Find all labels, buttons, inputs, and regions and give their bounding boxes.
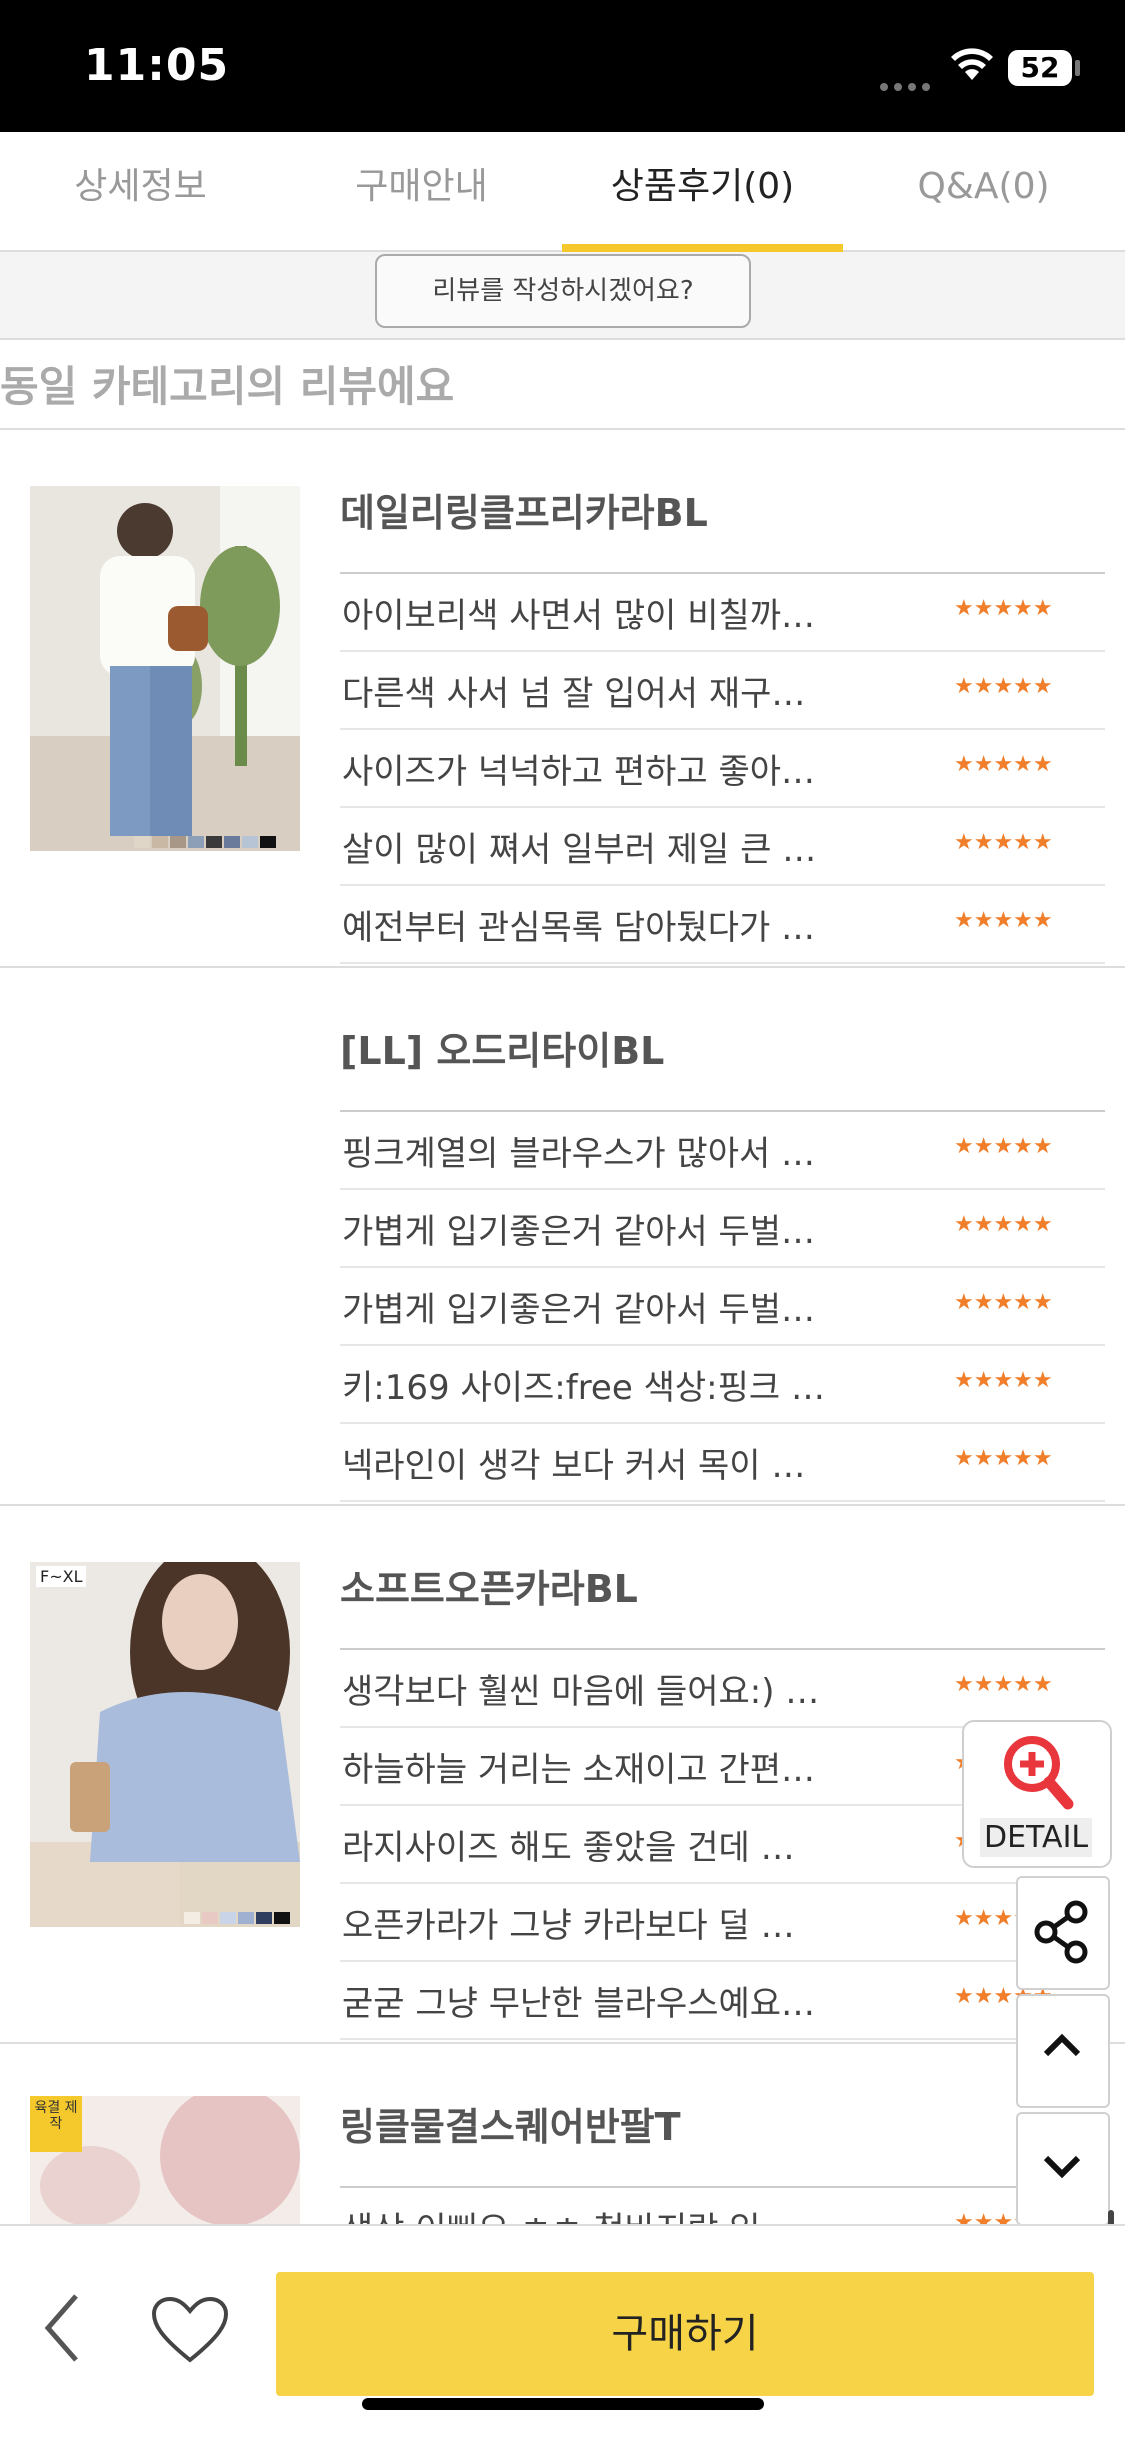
star-rating: ★★★★★ — [954, 1134, 1053, 1159]
star-rating: ★★★★★ — [954, 1672, 1053, 1697]
review-text: 가볍게 입기좋은거 같아서 두벌… — [342, 1290, 816, 1330]
status-time: 11:05 — [84, 40, 230, 91]
review-text: 오픈카라가 그냥 카라보다 덜 … — [342, 1906, 795, 1946]
review-text: 예전부터 관심목록 담아뒀다가 … — [342, 908, 816, 948]
review-row[interactable]: 살이 많이 쪄서 일부러 제일 큰 … ★★★★★ — [340, 808, 1105, 886]
review-text: 라지사이즈 해도 좋았을 건데 … — [342, 1828, 795, 1868]
review-text: 굳굳 그냥 무난한 블라우스예요… — [342, 1984, 816, 2024]
review-row[interactable]: 색상 이뻐요 ㅎㅎ 청바지랑 입…★★★★★ — [340, 2188, 1105, 2224]
heart-icon[interactable] — [150, 2296, 230, 2366]
review-row[interactable]: 예전부터 관심목록 담아뒀다가 … ★★★★★ — [340, 886, 1105, 964]
review-row[interactable]: 굳굳 그냥 무난한 블라우스예요… ★★★★★ — [340, 1962, 1105, 2040]
tab-purchase-guide[interactable]: 구매안내 — [281, 132, 562, 250]
wifi-icon — [951, 48, 993, 80]
tab-reviews[interactable]: 상품후기(0) — [562, 132, 843, 252]
review-text: 키:169 사이즈:free 색상:핑크 … — [342, 1368, 825, 1408]
chevron-down-icon — [1043, 2155, 1081, 2179]
review-list: 핑크계열의 블라우스가 많아서 … ★★★★★ 가볍게 입기좋은거 같아서 두벌…… — [340, 1110, 1105, 1502]
cellular-signal-icon — [880, 76, 936, 95]
review-row[interactable]: 생각보다 훨씬 마음에 들어요:) … ★★★★★ — [340, 1650, 1105, 1728]
scroll-down-button[interactable] — [1016, 2112, 1110, 2226]
review-list: 색상 이뻐요 ㅎㅎ 청바지랑 입…★★★★★ — [340, 2186, 1105, 2224]
review-text: 가볍게 입기좋은거 같아서 두벌… — [342, 1212, 816, 1252]
size-badge: F~XL — [36, 1566, 87, 1587]
detail-label: DETAIL — [980, 1818, 1093, 1857]
product-thumbnail[interactable]: F~XL — [30, 1562, 300, 1927]
review-text: 넥라인이 생각 보다 커서 목이 … — [342, 1446, 806, 1486]
star-rating: ★★★★★ — [954, 1446, 1053, 1471]
status-bar: 11:05 52 — [0, 0, 1125, 132]
product-name[interactable]: 데일리링클프리카라BL — [340, 482, 708, 537]
review-text: 색상 이뻐요 ㅎㅎ 청바지랑 입… — [342, 2202, 842, 2224]
review-row[interactable]: 아이보리색 사면서 많이 비칠까… ★★★★★ — [340, 574, 1105, 652]
review-list: 아이보리색 사면서 많이 비칠까… ★★★★★ 다른색 사서 넘 잘 입어서 재구… — [340, 572, 1105, 964]
back-icon[interactable] — [40, 2288, 84, 2368]
write-review-strip: 리뷰를 작성하시겠어요? — [0, 252, 1125, 340]
battery-icon: 52 — [1008, 50, 1072, 86]
star-rating: ★★★★★ — [954, 674, 1053, 699]
review-text: 다른색 사서 넘 잘 입어서 재구… — [342, 674, 806, 714]
tab-detail-info[interactable]: 상세정보 — [0, 132, 281, 250]
share-button[interactable] — [1016, 1876, 1110, 1990]
review-row[interactable]: 핑크계열의 블라우스가 많아서 … ★★★★★ — [340, 1112, 1105, 1190]
product-name[interactable]: [LL] 오드리타이BL — [340, 1020, 664, 1075]
review-row[interactable]: 가볍게 입기좋은거 같아서 두벌… ★★★★★ — [340, 1268, 1105, 1346]
write-review-button[interactable]: 리뷰를 작성하시겠어요? — [375, 254, 751, 328]
review-text: 생각보다 훨씬 마음에 들어요:) … — [342, 1672, 820, 1712]
scroll-up-button[interactable] — [1016, 1994, 1110, 2108]
review-row[interactable]: 키:169 사이즈:free 색상:핑크 … ★★★★★ — [340, 1346, 1105, 1424]
share-icon — [1034, 1900, 1088, 1964]
star-rating: ★★★★★ — [954, 830, 1053, 855]
home-indicator — [362, 2398, 764, 2410]
product-review-block: 데일리링클프리카라BL 아이보리색 사면서 많이 비칠까… ★★★★★ 다른색 사… — [0, 430, 1125, 968]
tab-qna[interactable]: Q&A(0) — [843, 132, 1124, 250]
review-row[interactable]: 오픈카라가 그냥 카라보다 덜 … ★★★★★ — [340, 1884, 1105, 1962]
review-text: 아이보리색 사면서 많이 비칠까… — [342, 596, 816, 636]
handmade-badge: 육결 제작 — [34, 2100, 78, 2132]
star-rating: ★★★★★ — [954, 908, 1053, 933]
review-text: 핑크계열의 블라우스가 많아서 … — [342, 1134, 816, 1174]
star-rating: ★★★★★ — [954, 596, 1053, 621]
tab-bar: 상세정보 구매안내 상품후기(0) Q&A(0) — [0, 132, 1125, 252]
review-text: 사이즈가 넉넉하고 편하고 좋아… — [342, 752, 816, 792]
product-name[interactable]: 소프트오픈카라BL — [340, 1558, 638, 1613]
star-rating: ★★★★★ — [954, 1212, 1053, 1237]
product-thumbnail[interactable]: 육결 제작 — [30, 2096, 300, 2224]
section-title: 동일 카테고리의 리뷰에요 — [0, 352, 1125, 430]
review-row[interactable]: 사이즈가 넉넉하고 편하고 좋아… ★★★★★ — [340, 730, 1105, 808]
buy-button[interactable]: 구매하기 — [276, 2272, 1094, 2396]
zoom-detail-button[interactable]: DETAIL — [962, 1720, 1112, 1868]
review-row[interactable]: 가볍게 입기좋은거 같아서 두벌… ★★★★★ — [340, 1190, 1105, 1268]
chevron-up-icon — [1043, 2033, 1081, 2057]
product-review-block: 육결 제작 링클물결스퀘어반팔T 색상 이뻐요 ㅎㅎ 청바지랑 입…★★★★★ — [0, 2044, 1125, 2224]
product-thumbnail[interactable] — [30, 486, 300, 851]
star-rating: ★★★★★ — [954, 752, 1053, 777]
product-review-block: [LL] 오드리타이BL 핑크계열의 블라우스가 많아서 … ★★★★★ 가볍게 … — [0, 968, 1125, 1506]
product-review-block: F~XL 소프트오픈카라BL 생각보다 훨씬 마음에 들어요:) … ★★★★★ … — [0, 1506, 1125, 2044]
battery-tip — [1075, 60, 1080, 76]
review-row[interactable]: 넥라인이 생각 보다 커서 목이 … ★★★★★ — [340, 1424, 1105, 1502]
review-row[interactable]: 다른색 사서 넘 잘 입어서 재구… ★★★★★ — [340, 652, 1105, 730]
product-name[interactable]: 링클물결스퀘어반팔T — [340, 2096, 681, 2151]
star-rating: ★★★★★ — [954, 1290, 1053, 1315]
review-text: 살이 많이 쪄서 일부러 제일 큰 … — [342, 830, 817, 870]
zoom-in-icon — [1004, 1736, 1074, 1810]
review-text: 하늘하늘 거리는 소재이고 간편… — [342, 1750, 816, 1790]
star-rating: ★★★★★ — [954, 1368, 1053, 1393]
